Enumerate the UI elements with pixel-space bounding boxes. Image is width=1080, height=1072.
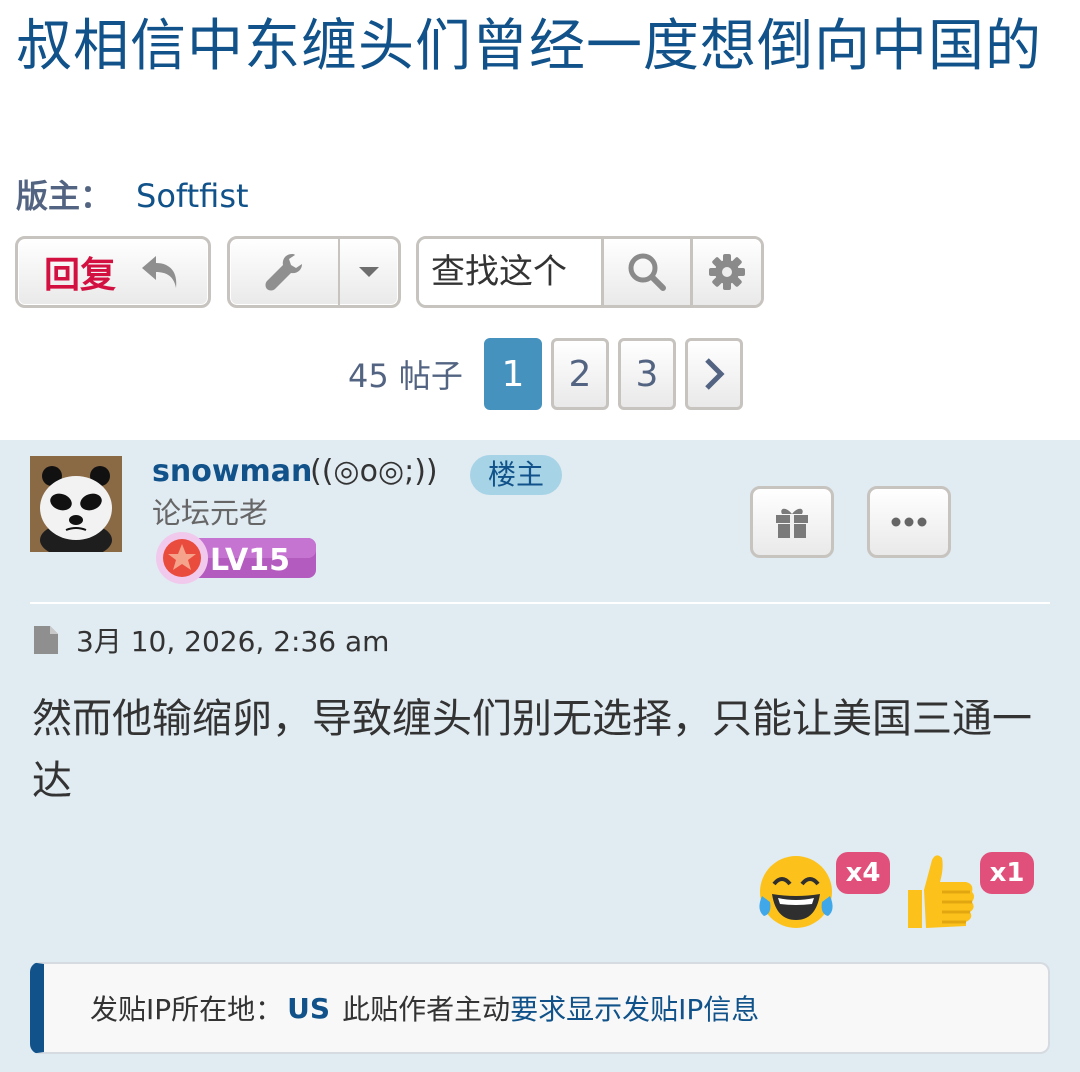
tools-dropdown-button[interactable]: [227, 236, 401, 308]
level-text: LV15: [210, 543, 290, 578]
gear-icon: [709, 254, 745, 290]
ip-country: US: [287, 991, 331, 1025]
ip-info-box: 发贴IP所在地： US 此贴作者主动 要求显示发贴IP信息: [30, 962, 1050, 1054]
more-dots-icon: [891, 517, 927, 527]
gift-button[interactable]: [750, 486, 834, 558]
op-badge: 楼主: [470, 455, 562, 495]
panda-avatar-image: [30, 456, 122, 552]
ip-info-link[interactable]: 要求显示发贴IP信息: [510, 988, 759, 1028]
pagination: 45 帖子 1 2 3: [348, 338, 743, 410]
post-username[interactable]: snowman: [152, 454, 312, 489]
post-date: 3月 10, 2026, 2:36 am: [32, 620, 389, 660]
user-tag: ((◎o◎;)): [310, 454, 438, 489]
post-content: 然而他输缩卵，导致缠头们别无选择，只能让美国三通一达: [32, 696, 1032, 804]
page-1-current[interactable]: 1: [483, 338, 542, 410]
post-count: 45 帖子: [348, 357, 463, 395]
search-icon: [628, 253, 666, 291]
topic-search-box: [416, 236, 764, 308]
gift-icon: [776, 508, 808, 538]
level-badge: LV15: [154, 530, 318, 584]
laughing-tears-icon: [759, 856, 833, 928]
search-button[interactable]: [601, 239, 690, 305]
more-options-button[interactable]: [867, 486, 951, 558]
caret-down-icon: [359, 267, 379, 277]
reaction-count: x4: [836, 852, 890, 894]
reply-label: 回复: [43, 255, 116, 296]
ip-text: 此贴作者主动: [342, 993, 511, 1026]
tools-dropdown-toggle[interactable]: [340, 265, 398, 279]
reply-button[interactable]: 回复: [15, 236, 211, 308]
page-2-link[interactable]: 2: [550, 338, 609, 410]
wrench-icon: [265, 254, 302, 291]
ip-label: 发贴IP所在地：: [90, 993, 284, 1026]
search-input[interactable]: [419, 239, 601, 305]
avatar[interactable]: [30, 456, 122, 552]
moderator-label: 版主：: [16, 177, 113, 215]
thumbs-up-icon: [908, 855, 974, 928]
topic-title: 叔相信中东缠头们曾经一度想倒向中国的: [16, 14, 1042, 79]
page-3-link[interactable]: 3: [617, 338, 676, 410]
reaction-laughing[interactable]: x4: [756, 852, 892, 942]
chevron-right-icon: [705, 358, 725, 390]
tools-button[interactable]: [230, 239, 340, 305]
moderator-link[interactable]: Softfist: [136, 177, 249, 215]
reaction-thumbs-up[interactable]: x1: [902, 852, 1036, 942]
reaction-count: x1: [980, 852, 1034, 894]
post-divider: [30, 602, 1050, 604]
reply-arrow-icon: [142, 256, 177, 288]
post-date-text: 3月 10, 2026, 2:36 am: [76, 625, 390, 658]
advanced-search-button[interactable]: [690, 239, 761, 305]
user-rank: 论坛元老: [152, 496, 269, 530]
moderator-line: 版主： Softfist: [16, 176, 249, 216]
post: snowman ((◎o◎;)) 楼主 论坛元老 LV15 3月 10, 202…: [0, 440, 1080, 1072]
document-icon: [34, 626, 58, 654]
next-page-button[interactable]: [684, 338, 743, 410]
